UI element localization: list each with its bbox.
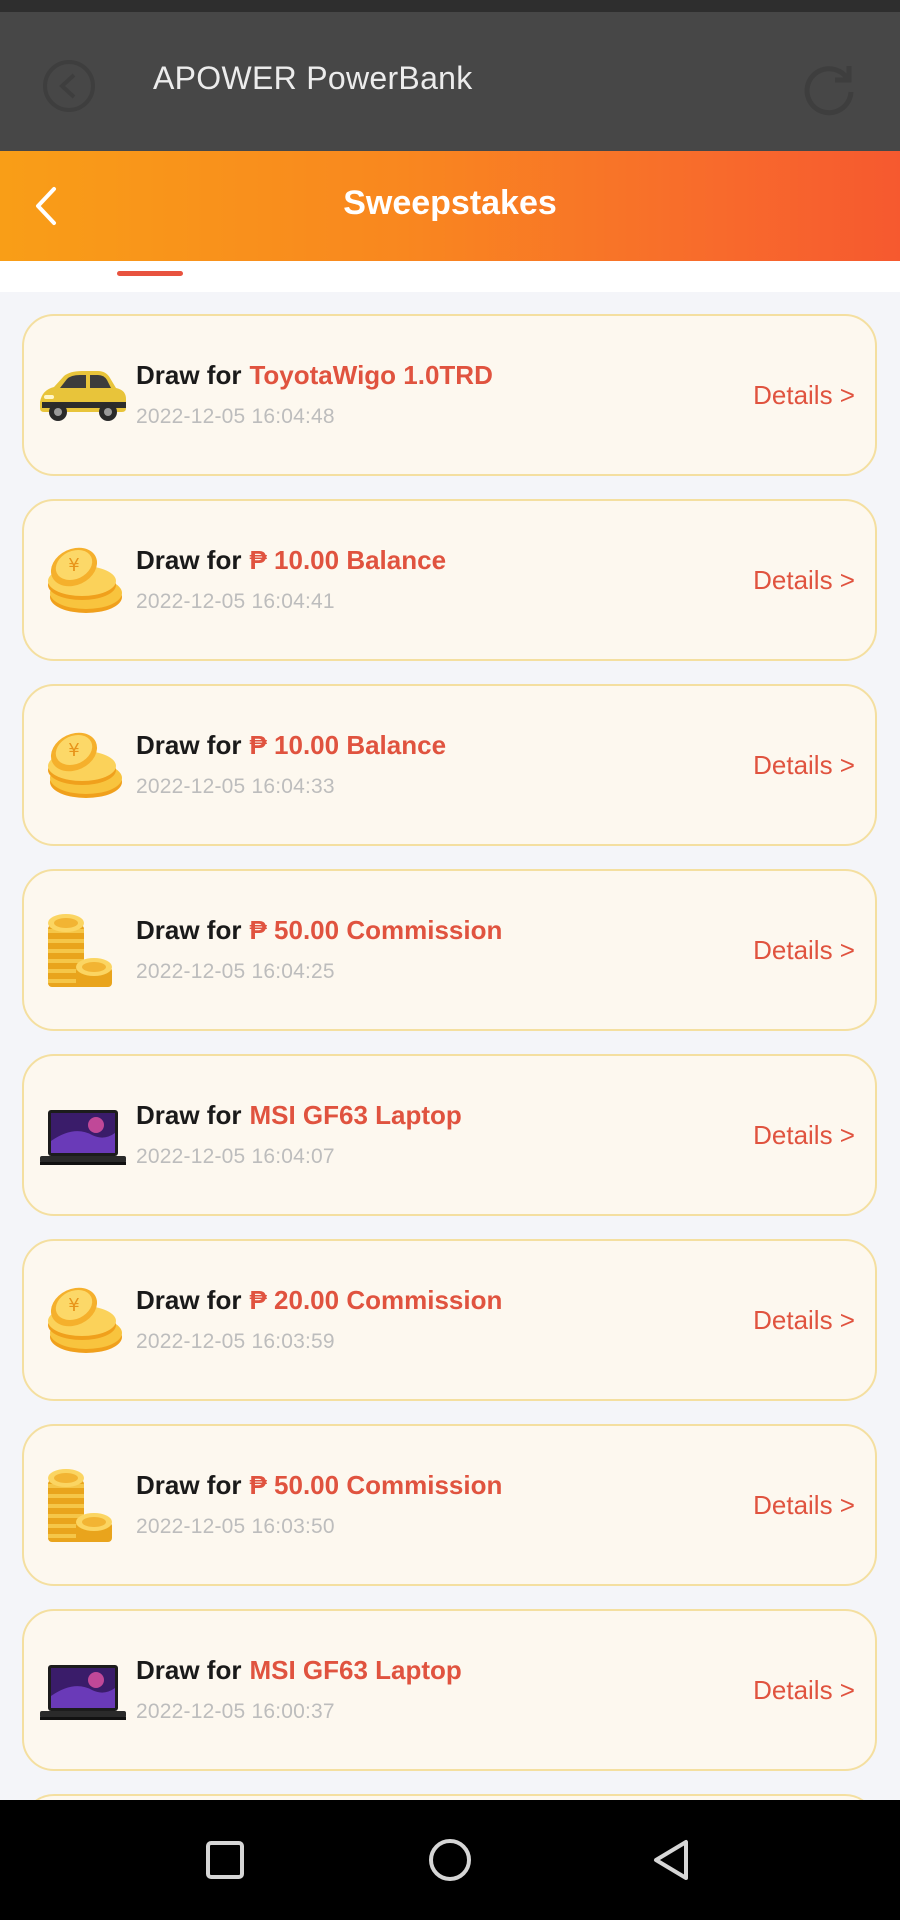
draw-label: Draw for [136, 1470, 242, 1500]
page-header: Sweepstakes [0, 151, 900, 261]
prize-name: ₱ 20.00 Commission [249, 1285, 503, 1315]
recent-apps-icon[interactable] [197, 1832, 253, 1888]
svg-text:¥: ¥ [68, 740, 79, 761]
details-link[interactable]: Details > [753, 1675, 855, 1706]
draw-label: Draw for [136, 360, 242, 390]
sweepstake-card[interactable]: Draw for ToyotaWigo 1.0TRD 2022-12-05 16:… [22, 314, 877, 476]
laptop-icon [40, 1110, 126, 1165]
back-circle-icon[interactable] [41, 58, 97, 114]
sweepstake-card[interactable]: Draw for ₱ 50.00 Commission 2022-12-05 16… [22, 1424, 877, 1586]
draw-time: 2022-12-05 16:04:33 [136, 775, 335, 798]
draw-time: 2022-12-05 16:03:50 [136, 1515, 335, 1538]
coin-stack-icon [48, 1469, 112, 1542]
refresh-icon[interactable] [799, 56, 859, 116]
sweepstake-card[interactable]: Draw for MSI GF63 Laptop 2022-12-05 16:04… [22, 1054, 877, 1216]
draw-time: 2022-12-05 16:04:25 [136, 960, 335, 983]
gold-coins-icon: ¥ [48, 547, 122, 613]
prize-name: ToyotaWigo 1.0TRD [249, 360, 493, 390]
draw-label: Draw for [136, 1655, 242, 1685]
draw-time: 2022-12-05 16:00:37 [136, 1700, 335, 1723]
svg-text:¥: ¥ [68, 1295, 79, 1316]
details-link[interactable]: Details > [753, 380, 855, 411]
app-title-bar: APOWER PowerBank [0, 12, 900, 151]
tab-strip [0, 261, 900, 292]
details-link[interactable]: Details > [753, 565, 855, 596]
home-icon[interactable] [422, 1832, 478, 1888]
draw-label: Draw for [136, 545, 242, 575]
draw-time: 2022-12-05 16:04:41 [136, 590, 335, 613]
sweepstake-card[interactable]: ¥ Draw for ₱ 20.00 Commission 2022-12-05 … [22, 1239, 877, 1401]
sweepstakes-list[interactable]: Draw for ToyotaWigo 1.0TRD 2022-12-05 16:… [0, 292, 900, 1800]
draw-time: 2022-12-05 16:04:48 [136, 405, 335, 428]
draw-label: Draw for [136, 1100, 242, 1130]
details-link[interactable]: Details > [753, 1490, 855, 1521]
draw-label: Draw for [136, 915, 242, 945]
prize-name: ₱ 50.00 Commission [249, 915, 503, 945]
svg-text:¥: ¥ [68, 555, 79, 576]
prize-name: MSI GF63 Laptop [249, 1655, 462, 1685]
draw-label: Draw for [136, 730, 242, 760]
details-link[interactable]: Details > [753, 750, 855, 781]
sweepstake-card[interactable]: Draw for ₱ 50.00 Commission 2022-12-05 16… [22, 869, 877, 1031]
sweepstake-card[interactable]: ¥ Draw for ₱ 10.00 Balance 2022-12-05 16:… [22, 499, 877, 661]
back-triangle-icon[interactable] [644, 1832, 700, 1888]
draw-time: 2022-12-05 16:04:07 [136, 1145, 335, 1168]
active-tab-indicator [117, 271, 183, 276]
coin-stack-icon [48, 914, 112, 987]
prize-name: ₱ 10.00 Balance [249, 545, 447, 575]
sweepstake-card[interactable]: Draw for MSI GF63 Laptop 2022-12-05 16:00… [22, 1609, 877, 1771]
prize-name: ₱ 50.00 Commission [249, 1470, 503, 1500]
details-link[interactable]: Details > [753, 1305, 855, 1336]
laptop-icon [40, 1665, 126, 1720]
prize-name: MSI GF63 Laptop [249, 1100, 462, 1130]
page-title: Sweepstakes [343, 184, 557, 222]
details-link[interactable]: Details > [753, 935, 855, 966]
car-icon [40, 371, 126, 421]
app-title: APOWER PowerBank [153, 60, 473, 96]
prize-name: ₱ 10.00 Balance [249, 730, 447, 760]
draw-time: 2022-12-05 16:03:59 [136, 1330, 335, 1353]
sweepstake-card[interactable]: ¥ Draw for ₱ 10.00 Balance 2022-12-05 16:… [22, 684, 877, 846]
system-nav-bar [0, 1800, 900, 1920]
details-link[interactable]: Details > [753, 1120, 855, 1151]
draw-label: Draw for [136, 1285, 242, 1315]
gold-coins-icon: ¥ [48, 732, 122, 798]
gold-coins-icon: ¥ [48, 1287, 122, 1353]
status-bar [0, 0, 900, 12]
